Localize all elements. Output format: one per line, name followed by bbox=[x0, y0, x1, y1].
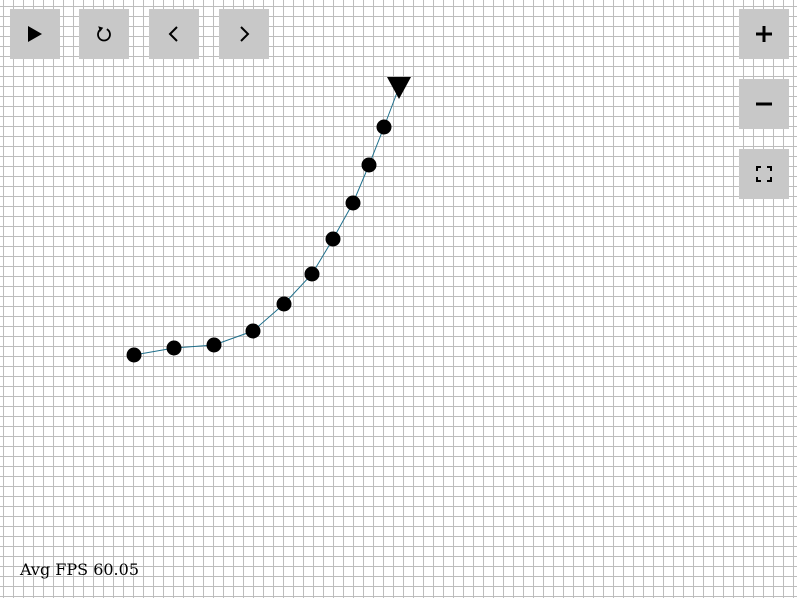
trajectory-node bbox=[325, 231, 341, 247]
trajectory-node bbox=[376, 119, 392, 135]
chevron-right-icon bbox=[240, 26, 250, 42]
step-back-button[interactable] bbox=[149, 9, 199, 59]
trajectory-node bbox=[126, 347, 142, 363]
play-button[interactable] bbox=[10, 9, 60, 59]
reset-icon bbox=[97, 26, 111, 42]
trajectory-node bbox=[304, 266, 320, 282]
fullscreen-button[interactable] bbox=[739, 149, 789, 199]
chevron-left-icon bbox=[168, 26, 178, 42]
zoom-out-button[interactable] bbox=[739, 79, 789, 129]
minus-icon bbox=[756, 102, 772, 106]
trajectory-head-marker bbox=[387, 77, 411, 99]
reset-button[interactable] bbox=[79, 9, 129, 59]
trajectory-node bbox=[276, 296, 292, 312]
trajectory-node bbox=[206, 337, 222, 353]
simulation-canvas[interactable] bbox=[0, 0, 797, 598]
fullscreen-icon bbox=[756, 166, 772, 182]
fps-counter: Avg FPS 60.05 bbox=[20, 560, 139, 579]
plus-icon bbox=[756, 26, 772, 42]
trajectory-node bbox=[345, 195, 361, 211]
trajectory-node bbox=[361, 157, 377, 173]
trajectory-node bbox=[166, 340, 182, 356]
step-forward-button[interactable] bbox=[219, 9, 269, 59]
trajectory-node bbox=[245, 323, 261, 339]
play-icon bbox=[28, 26, 42, 42]
zoom-in-button[interactable] bbox=[739, 9, 789, 59]
trajectory-line bbox=[133, 89, 399, 356]
